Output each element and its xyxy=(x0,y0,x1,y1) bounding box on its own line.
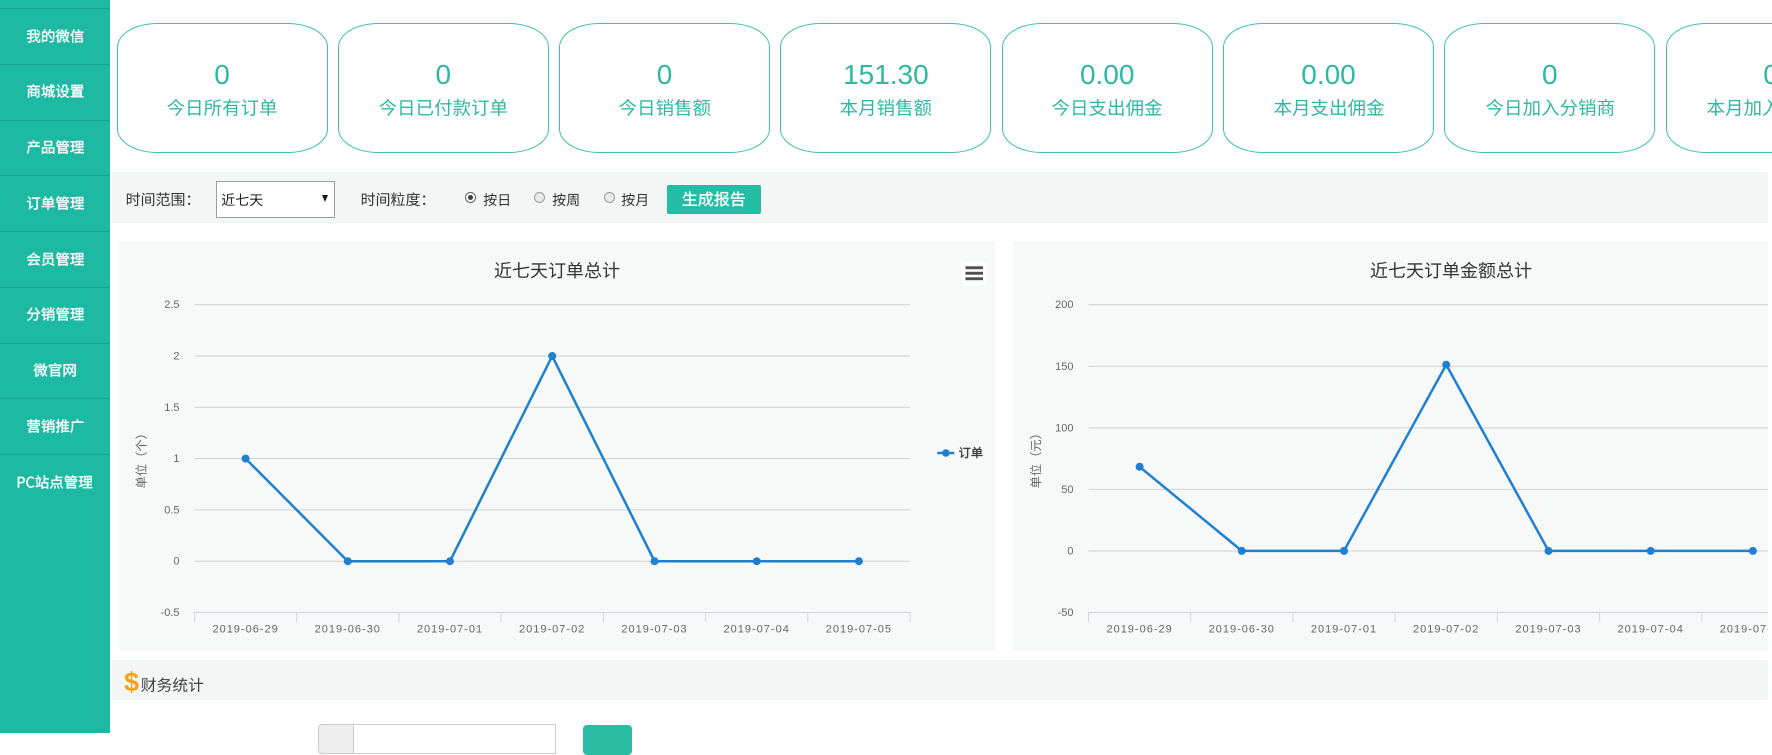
svg-text:2019-07-02: 2019-07-02 xyxy=(1413,624,1479,636)
svg-text:0: 0 xyxy=(1067,545,1073,557)
svg-text:2019-07-04: 2019-07-04 xyxy=(724,624,790,636)
svg-text:2019-06-29: 2019-06-29 xyxy=(212,624,278,636)
svg-text:2019-06-29: 2019-06-29 xyxy=(1106,624,1172,636)
svg-text:50: 50 xyxy=(1061,484,1073,496)
svg-text:1.5: 1.5 xyxy=(164,402,179,414)
svg-text:2019-07-05: 2019-07-05 xyxy=(1720,624,1772,636)
svg-text:2: 2 xyxy=(173,351,179,363)
svg-text:2019-07-02: 2019-07-02 xyxy=(519,624,585,636)
svg-text:2019-07-01: 2019-07-01 xyxy=(417,624,483,636)
svg-text:2019-07-04: 2019-07-04 xyxy=(1618,624,1684,636)
svg-text:2019-07-05: 2019-07-05 xyxy=(826,624,892,636)
svg-text:1: 1 xyxy=(173,453,179,465)
svg-text:200: 200 xyxy=(1055,299,1073,311)
svg-text:0.5: 0.5 xyxy=(164,504,179,516)
svg-text:2019-07-01: 2019-07-01 xyxy=(1311,624,1377,636)
svg-text:2.5: 2.5 xyxy=(164,299,179,311)
svg-text:2019-07-03: 2019-07-03 xyxy=(1515,624,1581,636)
svg-text:2019-06-30: 2019-06-30 xyxy=(315,624,381,636)
svg-text:100: 100 xyxy=(1055,422,1073,434)
svg-text:2019-06-30: 2019-06-30 xyxy=(1209,624,1275,636)
svg-text:2019-07-03: 2019-07-03 xyxy=(621,624,687,636)
svg-text:-50: -50 xyxy=(1058,607,1074,619)
svg-text:-0.5: -0.5 xyxy=(161,607,180,619)
svg-text:0: 0 xyxy=(173,556,179,568)
svg-text:150: 150 xyxy=(1055,361,1073,373)
